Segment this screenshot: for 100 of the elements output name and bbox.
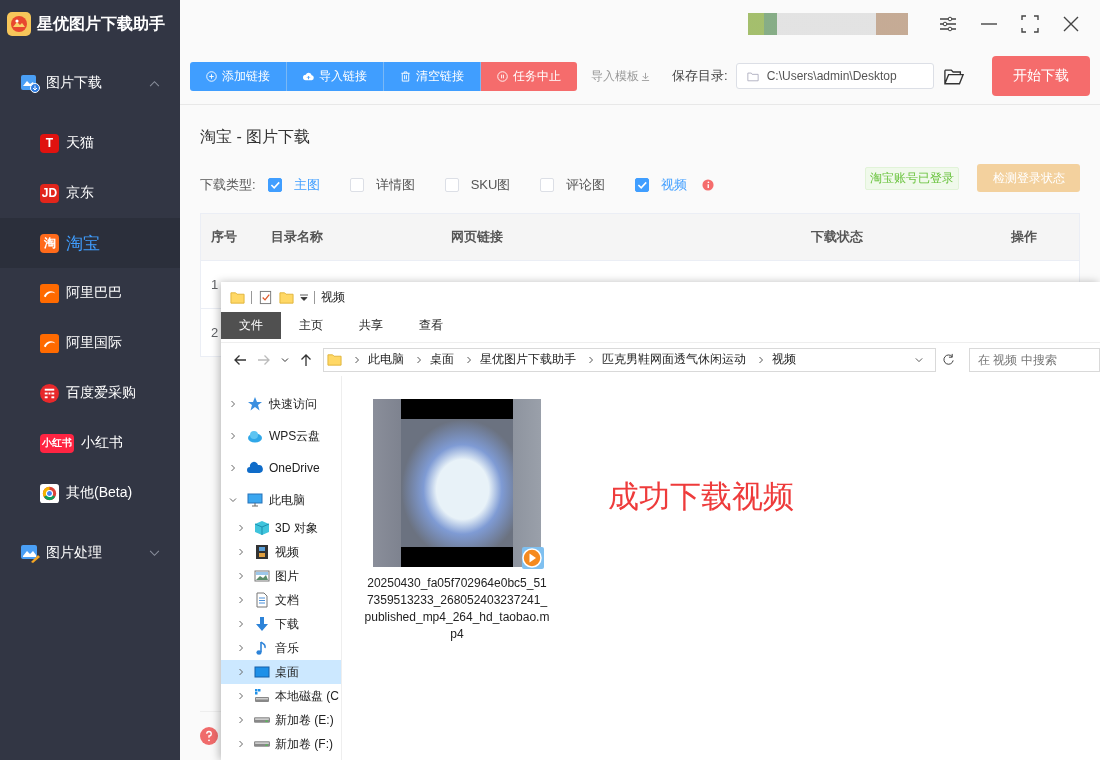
image-edit-icon [20,543,40,563]
nav-item[interactable]: 新加卷 (F:) [221,732,341,756]
settings-icon[interactable] [939,15,957,33]
refresh-icon[interactable] [942,353,955,366]
nav-item[interactable]: 3D 对象 [221,516,341,540]
nav-item[interactable]: 视频 [221,540,341,564]
play-badge-icon [521,545,545,571]
app-logo-icon [7,12,31,36]
chevron-right-icon[interactable] [237,668,245,676]
folder-icon [746,70,759,82]
folder-icon [327,352,342,367]
page-title: 淘宝 - 图片下载 [200,127,312,147]
chevron-right-icon[interactable] [237,548,245,556]
chevron-right-icon[interactable] [237,524,245,532]
sidebar-item[interactable]: 百度爱采购 [0,368,180,418]
chevron-right-icon[interactable] [237,692,245,700]
video-thumbnail-placeholder[interactable] [373,399,541,567]
search-field[interactable]: 在 视频 中搜索 [969,347,1100,372]
nav-item[interactable]: 图片 [221,564,341,588]
type-checkbox[interactable]: 详情图 [349,176,415,194]
trash-icon [400,70,411,82]
checkmark-icon [268,179,281,191]
chevron-right-icon[interactable] [237,620,245,628]
save-dir-field[interactable]: C:\Users\admin\Desktop [735,63,934,89]
nav-item[interactable]: 新加卷 (E:) [221,708,341,732]
sidebar-group[interactable]: 图片下载 [0,48,180,118]
sidebar-item[interactable]: T 天猫 [0,118,180,168]
chevron-right-icon[interactable] [237,716,245,724]
picture-icon [254,568,270,584]
sidebar-item[interactable]: 阿里国际 [0,318,180,368]
plus-circle-icon [206,70,217,82]
chevron-right-icon[interactable] [229,432,237,440]
nav-item[interactable]: 文档 [221,588,341,612]
sidebar-item[interactable]: 淘 淘宝 [0,218,180,268]
info-icon[interactable] [702,179,715,191]
cloud-icon [247,460,263,476]
breadcrumb-item[interactable]: 视频 [772,351,796,368]
sidebar-item[interactable]: 小红书 小红书 [0,418,180,468]
save-dir-label: 保存目录: [672,67,728,85]
sidebar-item[interactable]: 其他(Beta) [0,468,180,518]
chevron-right-icon[interactable] [237,740,245,748]
up-arrow-icon[interactable] [299,352,313,367]
chevron-right-icon[interactable] [237,644,245,652]
chevron-right-icon[interactable] [237,596,245,604]
nav-item[interactable]: WPS云盘 [221,420,341,452]
chevron-right-icon[interactable] [229,400,237,408]
recent-dropdown-icon[interactable] [281,355,289,364]
maximize-icon[interactable] [1021,15,1039,33]
properties-icon[interactable] [258,289,273,305]
back-arrow-icon[interactable] [233,352,247,367]
chevron-icon [149,549,160,557]
breadcrumb-item[interactable]: 桌面 [430,351,454,368]
chevron-down-icon[interactable] [229,496,237,504]
chevron-right-icon [758,355,764,364]
sidebar-item[interactable]: 阿里巴巴 [0,268,180,318]
computer-icon [247,492,263,508]
sidebar-item[interactable]: JD 京东 [0,168,180,218]
login-status-tag: 淘宝账号已登录 [865,166,959,190]
site-logo-icon: T [40,133,59,153]
chevron-right-icon[interactable] [237,572,245,580]
annotation-text: 成功下载视频 [608,478,794,516]
new-folder-icon[interactable] [279,289,294,305]
star-icon [247,396,263,412]
file-name[interactable]: 20250430_fa05f702964e0bc5_517359513233_268052403237241_published_mp4_264_hd_taobao.mp4 [364,575,550,643]
chevron-right-icon[interactable] [229,464,237,472]
type-checkbox[interactable]: 评论图 [540,176,606,194]
stop-icon [497,70,508,82]
image-download-icon [20,73,40,93]
site-logo-icon: 小红书 [40,433,74,453]
nav-item[interactable]: 下载 [221,612,341,636]
ribbon-tab[interactable]: 文件 [221,312,281,339]
disk-drive-icon [254,688,270,704]
close-icon[interactable] [1062,15,1080,33]
chevron-down-icon[interactable] [915,355,923,364]
ribbon-tab[interactable]: 查看 [401,312,461,339]
nav-item[interactable]: 快速访问 [221,388,341,420]
download-arrow-icon [254,616,270,632]
ribbon-tab[interactable]: 共享 [341,312,401,339]
folder-icon[interactable] [230,289,245,305]
nav-item[interactable]: 音乐 [221,636,341,660]
address-bar[interactable]: 此电脑 桌面 星优图片下载助手 匹克男鞋网面透气休闲运动 视频 [323,347,936,372]
open-folder-icon[interactable] [943,67,964,85]
nav-item[interactable]: 此电脑 [221,484,341,516]
nav-item[interactable]: OneDrive [221,452,341,484]
breadcrumb-item[interactable]: 匹克男鞋网面透气休闲运动 [602,351,746,368]
breadcrumb-item[interactable]: 星优图片下载助手 [480,351,576,368]
forward-arrow-icon[interactable] [257,352,271,367]
help-icon[interactable] [200,727,218,745]
chevron-icon [149,79,160,87]
chevron-right-icon [354,355,360,364]
site-logo-icon: 淘 [40,233,59,253]
breadcrumb-item[interactable]: 此电脑 [368,351,404,368]
nav-item[interactable]: 本地磁盘 (C [221,684,341,708]
ribbon-tab[interactable]: 主页 [281,312,341,339]
checkmark-icon [636,179,649,191]
nav-item[interactable]: 桌面 [221,660,341,684]
dropdown-icon[interactable] [300,293,308,301]
type-checkbox[interactable]: SKU图 [444,176,511,194]
app-title: 星优图片下载助手 [37,13,165,34]
sidebar-group[interactable]: 图片处理 [0,518,180,588]
